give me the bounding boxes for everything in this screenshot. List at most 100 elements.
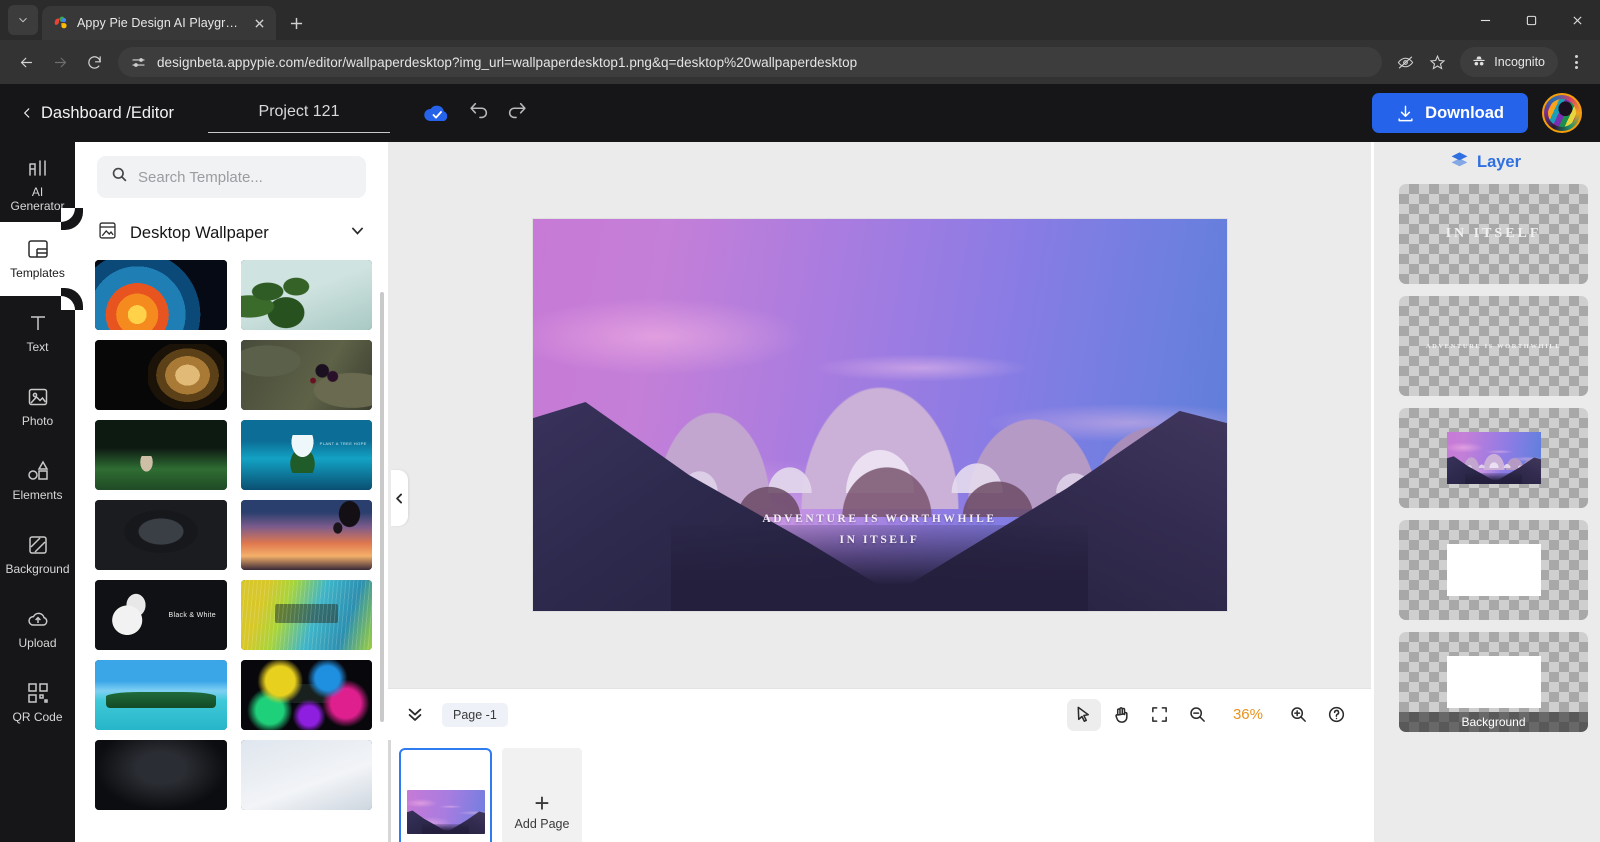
template-card-berries[interactable] [240,340,372,410]
sidebar-item-qr-code[interactable]: QR Code [0,666,75,740]
kebab-menu-icon[interactable] [1562,47,1590,77]
templates-scrollbar[interactable] [380,292,384,722]
template-card-black-and-white[interactable]: Black & White [95,580,227,650]
add-page-button[interactable]: + Add Page [502,748,582,842]
add-page-label: Add Page [514,817,570,832]
close-icon[interactable] [1554,0,1600,40]
canvas-quote-text[interactable]: ADVENTURE IS WORTHWHILE IN ITSELF [533,509,1227,552]
chevron-down-icon[interactable] [349,222,366,244]
incognito-icon [1471,53,1487,72]
search-icon [111,166,128,188]
sidebar-item-upload[interactable]: Upload [0,592,75,666]
maximize-icon[interactable] [1508,0,1554,40]
app-body: AI Generator Templates Text Photo Elemen… [0,142,1600,842]
collapse-left-panel-button[interactable] [391,470,408,526]
template-card-light[interactable] [240,740,372,810]
zoom-in-button[interactable] [1281,699,1315,731]
window-controls [1462,0,1600,40]
sidebar-item-photo[interactable]: Photo [0,370,75,444]
layer-white-rect-1[interactable] [1399,520,1588,620]
search-input[interactable] [138,168,352,186]
upload-icon [27,612,47,626]
templates-panel: Desktop Wallpaper PLANT A TREE HOPE Blac… [75,142,388,842]
layer-text-adventure[interactable]: ADVENTURE IS WORTHWHILE [1399,296,1588,396]
tab-strip: Appy Pie Design AI Playground [0,0,1600,40]
tab-search-icon[interactable] [8,5,38,35]
minimize-icon[interactable] [1462,0,1508,40]
template-card-beach[interactable] [95,660,227,730]
template-card-dark[interactable] [95,740,227,810]
bookmark-star-icon[interactable] [1422,47,1452,77]
layer-background[interactable]: Background [1399,632,1588,732]
layer-panel-title: Layer [1476,152,1522,171]
header-tools [422,100,528,127]
reload-icon[interactable] [78,46,110,78]
app-header: Dashboard /Editor Project 121 Download [0,84,1600,142]
layers-icon [1450,150,1469,174]
select-tool-button[interactable] [1066,698,1101,731]
template-card-controller[interactable] [95,500,227,570]
bottom-toolbar-left: Page -1 [400,700,508,730]
incognito-chip[interactable]: Incognito [1460,47,1558,77]
breadcrumb[interactable]: Dashboard /Editor [0,104,174,123]
undo-icon[interactable] [468,100,490,127]
sidebar-item-elements[interactable]: Elements [0,444,75,518]
sidebar-item-label: Elements [12,488,63,503]
redo-icon[interactable] [506,100,528,127]
site-settings-icon[interactable] [130,54,147,71]
template-card-palm[interactable] [240,260,372,330]
collapse-right-panel-button[interactable] [1371,460,1374,520]
chevron-left-icon [396,493,403,503]
template-caption: Black & White [168,611,216,619]
fit-screen-button[interactable] [1143,699,1177,731]
back-icon[interactable] [10,46,42,78]
zoom-level-value[interactable]: 36% [1219,706,1277,723]
template-card-sunset-tree[interactable] [240,500,372,570]
layer-text-in-itself[interactable]: IN ITSELF [1399,184,1588,284]
layer-name-label: Background [1399,712,1588,732]
sidebar-item-templates[interactable]: Templates [0,208,75,310]
template-card-rain-glass[interactable] [240,580,372,650]
forward-icon[interactable] [44,46,76,78]
new-tab-icon[interactable] [282,9,310,37]
layer-image-mountain[interactable] [1399,408,1588,508]
background-icon [28,536,47,554]
help-button[interactable] [1319,699,1353,731]
address-bar[interactable]: designbeta.appypie.com/editor/wallpaperd… [118,47,1383,77]
template-card-plant-a-tree[interactable]: PLANT A TREE HOPE [240,420,372,490]
template-card-earth[interactable] [95,260,227,330]
photo-icon [28,388,47,406]
template-card-moss[interactable] [95,420,227,490]
wallpaper-icon [97,220,118,246]
download-label: Download [1425,103,1504,122]
layer-preview-text: IN ITSELF [1445,226,1542,241]
canvas-area[interactable]: ADVENTURE IS WORTHWHILE IN ITSELF [388,142,1371,688]
download-button[interactable]: Download [1372,93,1528,133]
template-card-neon-splash[interactable] [240,660,372,730]
tab-close-icon[interactable] [250,14,268,32]
sidebar-item-background[interactable]: Background [0,518,75,592]
header-right: Download [1372,93,1582,133]
browser-tab[interactable]: Appy Pie Design AI Playground [42,6,276,40]
template-card-lion[interactable] [95,340,227,410]
sidebar-item-text[interactable]: Text [0,296,75,370]
page-indicator-chip[interactable]: Page -1 [442,702,508,727]
layer-panel-header: Layer [1371,142,1600,182]
pan-tool-button[interactable] [1105,699,1139,731]
chevrons-down-icon[interactable] [400,700,430,730]
pages-divider [388,740,391,842]
page-thumbnail-1[interactable] [399,748,492,842]
search-template-field[interactable] [97,156,366,198]
zoom-out-button[interactable] [1181,699,1215,731]
zoom-in-icon [1290,707,1306,722]
layer-preview-white [1446,544,1541,596]
template-caption: PLANT A TREE HOPE [319,441,367,446]
tracking-protection-icon[interactable] [1390,47,1420,77]
template-category-row[interactable]: Desktop Wallpaper [97,220,366,246]
canvas-document[interactable]: ADVENTURE IS WORTHWHILE IN ITSELF [532,219,1227,611]
sidebar-item-label2: Generator [10,199,65,213]
hand-icon [1115,707,1129,723]
avatar[interactable] [1542,93,1582,133]
incognito-label: Incognito [1494,55,1545,69]
project-name-input[interactable]: Project 121 [208,93,390,133]
